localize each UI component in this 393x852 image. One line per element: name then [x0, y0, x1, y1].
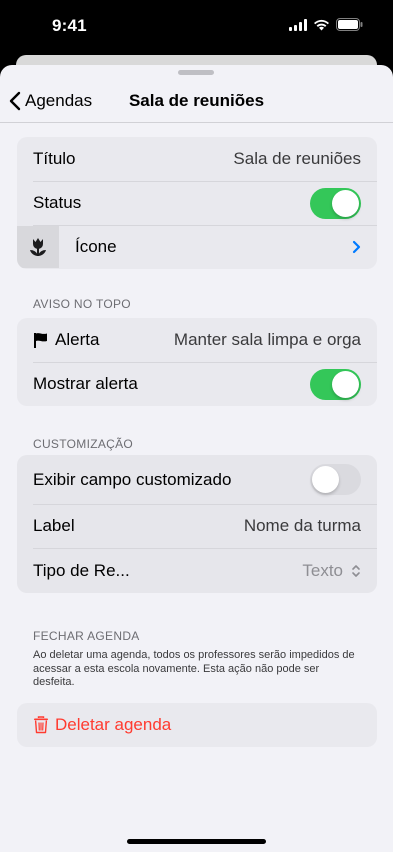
- type-label: Tipo de Re...: [33, 560, 130, 580]
- show-alert-toggle[interactable]: [310, 368, 361, 400]
- show-field-label: Exibir campo customizado: [33, 469, 232, 489]
- page-title: Sala de reuniões: [128, 91, 265, 110]
- signal-icon: [289, 18, 307, 31]
- battery-icon: [336, 18, 363, 31]
- custom-group: Exibir campo customizado Label Nome da t…: [17, 455, 377, 593]
- toggle-knob: [332, 370, 359, 398]
- close-section-header: FECHAR AGENDA: [33, 629, 140, 643]
- show-field-toggle[interactable]: [310, 464, 361, 495]
- flag-icon: [34, 333, 47, 348]
- general-group: Título Sala de reuniões Status Ícone: [17, 137, 377, 269]
- title-label: Título: [33, 149, 76, 168]
- tulip-icon: [30, 238, 46, 256]
- trash-icon: [34, 716, 48, 734]
- title-value: Sala de reuniões: [233, 149, 361, 168]
- alert-label: Alerta: [55, 330, 100, 349]
- status-time: 9:41: [52, 16, 87, 35]
- icon-row[interactable]: Ícone: [17, 225, 377, 269]
- icon-thumbnail: [17, 226, 59, 268]
- close-description: Ao deletar uma agenda, todos os professo…: [33, 649, 355, 688]
- toggle-knob: [312, 466, 339, 493]
- custom-section-header: CUSTOMIZAÇÃO: [33, 437, 134, 451]
- delete-agenda-label: Deletar agenda: [55, 715, 172, 734]
- home-indicator: [127, 839, 266, 844]
- show-alert-row: Mostrar alerta: [17, 362, 377, 406]
- delete-agenda-button[interactable]: Deletar agenda: [17, 703, 377, 747]
- title-row[interactable]: Título Sala de reuniões: [17, 137, 377, 181]
- label-row[interactable]: Label Nome da turma: [17, 504, 377, 548]
- status-row: Status: [17, 181, 377, 225]
- nav-divider: [0, 122, 393, 123]
- chevron-up-down-icon: [352, 564, 360, 577]
- show-field-row: Exibir campo customizado: [17, 455, 377, 504]
- type-value: Texto: [302, 560, 343, 580]
- status-label: Status: [33, 193, 82, 212]
- toggle-knob: [332, 189, 359, 217]
- delete-group: Deletar agenda: [17, 703, 377, 747]
- alert-row[interactable]: Alerta Manter sala limpa e orga: [17, 318, 377, 362]
- alert-value: Manter sala limpa e orga: [173, 330, 361, 349]
- label-label: Label: [33, 516, 75, 535]
- wifi-icon: [314, 19, 329, 30]
- status-icons: [289, 18, 363, 31]
- show-alert-label: Mostrar alerta: [33, 374, 138, 393]
- type-row[interactable]: Tipo de Re... Texto: [17, 548, 377, 593]
- icon-label: Ícone: [75, 237, 117, 256]
- aviso-section-header: AVISO NO TOPO: [33, 297, 131, 311]
- status-toggle[interactable]: [310, 187, 361, 219]
- modal-sheet: Agendas Sala de reuniões Título Sala de …: [0, 65, 393, 852]
- status-bar: 9:41: [0, 0, 393, 54]
- label-value: Nome da turma: [243, 516, 361, 535]
- chevron-right-icon: [352, 240, 361, 254]
- sheet-grabber[interactable]: [178, 70, 214, 75]
- aviso-group: Alerta Manter sala limpa e orga Mostrar …: [17, 318, 377, 406]
- navigation-bar: Agendas Sala de reuniões: [0, 81, 393, 123]
